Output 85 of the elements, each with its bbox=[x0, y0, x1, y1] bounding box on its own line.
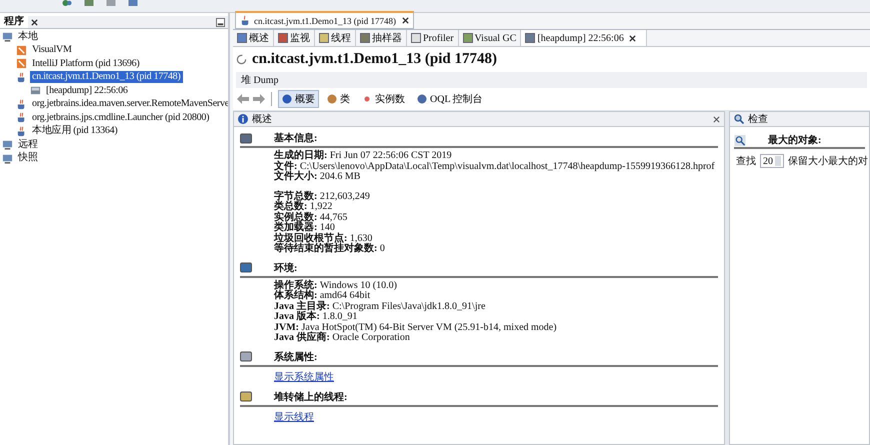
section-title: 最大的对象: bbox=[768, 134, 822, 147]
toolbar-icon[interactable] bbox=[82, 0, 96, 6]
info-line: Java 主目录: C:\Program Files\Java\jdk1.8.0_91\jre bbox=[274, 302, 486, 312]
tab[interactable]: Profiler bbox=[407, 30, 459, 46]
coffee-cup-icon bbox=[16, 126, 27, 137]
tab-icon bbox=[525, 33, 536, 43]
view-button[interactable]: 类 bbox=[323, 90, 354, 108]
info-line: JVM: Java HotSpot(TM) 64-Bit Server VM (25.91-b14, mixed mode) bbox=[274, 322, 558, 332]
view-button[interactable]: OQL 控制台 bbox=[413, 90, 487, 108]
info-line: 垃圾回收根节点: 1,630 bbox=[274, 234, 372, 244]
tab[interactable]: 监视 bbox=[274, 30, 315, 46]
info-line: Java 版本: 1.8.0_91 bbox=[274, 312, 358, 322]
coffee-cup-icon bbox=[16, 72, 27, 83]
computer-icon bbox=[2, 31, 13, 42]
tab-icon bbox=[462, 33, 473, 43]
computer-icon bbox=[2, 139, 13, 150]
tree-item[interactable]: cn.itcast.jvm.t1.Demo1_13 (pid 17748) bbox=[30, 71, 183, 84]
tree-item[interactable]: 本地 bbox=[16, 30, 40, 43]
link[interactable]: 显示线程 bbox=[274, 412, 314, 422]
info-line: 等待结束的暂挂对象数: 0 bbox=[274, 244, 386, 254]
field-label: 查找 bbox=[736, 154, 756, 168]
info-line: 体系结构: amd64 64bit bbox=[274, 291, 372, 301]
app-icon bbox=[16, 44, 27, 56]
coffee-cup-icon bbox=[16, 98, 27, 110]
info-line: 文件大小: 204.6 MB bbox=[274, 172, 360, 182]
view-button[interactable]: 实例数 bbox=[358, 90, 409, 108]
tab[interactable]: [heapdump] 22:56:06 bbox=[521, 30, 647, 46]
tree-item[interactable]: IntelliJ Platform (pid 13696) bbox=[30, 58, 142, 70]
tree-item[interactable]: 本地应用 (pid 13364) bbox=[30, 125, 120, 138]
dot-icon bbox=[362, 94, 372, 104]
tab-icon bbox=[278, 33, 288, 43]
info-line: 类加载器: 140 bbox=[274, 223, 335, 233]
tree-item[interactable]: 远程 bbox=[16, 138, 40, 151]
section-icon bbox=[240, 262, 252, 273]
close-icon[interactable] bbox=[31, 18, 38, 26]
info-line: 生成的日期: Fri Jun 07 22:56:06 CST 2019 bbox=[274, 151, 453, 161]
loading-icon bbox=[236, 54, 247, 65]
coffee-cup-icon bbox=[240, 15, 251, 26]
toolbar-icon[interactable] bbox=[126, 0, 140, 6]
section-title: 堆转储上的线程: bbox=[274, 390, 348, 404]
heap-dump-icon bbox=[30, 85, 41, 96]
tree-item[interactable]: org.jetbrains.jps.cmdline.Launcher (pid 20800) bbox=[30, 112, 212, 124]
close-icon[interactable] bbox=[628, 34, 636, 42]
app-icon bbox=[16, 58, 27, 70]
tree-item[interactable]: [heapdump] 22:56:06 bbox=[44, 84, 130, 97]
info-line: 字节总数: 212,603,249 bbox=[274, 192, 371, 202]
panel-title: 概述 bbox=[252, 112, 272, 126]
info-line: Java 供应商: Oracle Corporation bbox=[274, 333, 411, 344]
section-title: 系统属性: bbox=[274, 350, 318, 364]
tab[interactable]: 抽样器 bbox=[356, 30, 407, 46]
close-icon[interactable] bbox=[402, 17, 409, 24]
tree-item[interactable]: VisualVM bbox=[30, 44, 74, 56]
info-line: 类总数: 1,922 bbox=[274, 202, 334, 212]
section-title: 基本信息: bbox=[274, 132, 318, 145]
coffee-cup-icon bbox=[16, 112, 27, 124]
section-icon bbox=[240, 132, 252, 144]
field-label: 保留大小最大的对 bbox=[788, 154, 868, 168]
back-icon[interactable] bbox=[237, 94, 249, 104]
document-tab[interactable]: cn.itcast.jvm.t1.Demo1_13 (pid 17748) bbox=[235, 11, 414, 29]
section-label: 堆 Dump bbox=[236, 72, 867, 88]
panel-tab[interactable]: 程序 bbox=[0, 16, 28, 28]
toolbar-icon[interactable] bbox=[60, 0, 74, 6]
link[interactable]: 显示系统属性 bbox=[274, 372, 334, 382]
tab-icon bbox=[360, 33, 370, 43]
tab-icon bbox=[319, 33, 329, 43]
section-icon bbox=[240, 391, 252, 402]
view-button[interactable]: 概要 bbox=[278, 90, 319, 108]
computer-icon bbox=[2, 152, 13, 164]
count-spinner[interactable]: 20 bbox=[760, 154, 784, 168]
section-icon bbox=[240, 351, 252, 362]
toolbar-icon[interactable] bbox=[104, 0, 118, 6]
minimize-icon[interactable] bbox=[216, 18, 225, 26]
forward-icon[interactable] bbox=[253, 94, 265, 104]
info-line: 文件: C:\Users\lenovo\AppData\Local\Temp\visualvm.dat\localhost_17748\heapdump-1559919366128.hprof bbox=[274, 162, 716, 172]
page-title: cn.itcast.jvm.t1.Demo1_13 (pid 17748) bbox=[252, 51, 497, 68]
info-line: 实例总数: 44,765 bbox=[274, 212, 348, 222]
info-line: 操作系统: Windows 10 (10.0) bbox=[274, 280, 398, 290]
tree-item[interactable]: 快照 bbox=[16, 152, 40, 164]
tab[interactable]: 线程 bbox=[315, 30, 356, 46]
tab-icon bbox=[411, 33, 421, 43]
tab[interactable]: 概述 bbox=[233, 30, 274, 46]
tab-icon bbox=[237, 33, 247, 43]
panel-title: 检查 bbox=[748, 112, 768, 126]
section-title: 环境: bbox=[274, 261, 298, 274]
close-icon[interactable] bbox=[713, 116, 720, 122]
